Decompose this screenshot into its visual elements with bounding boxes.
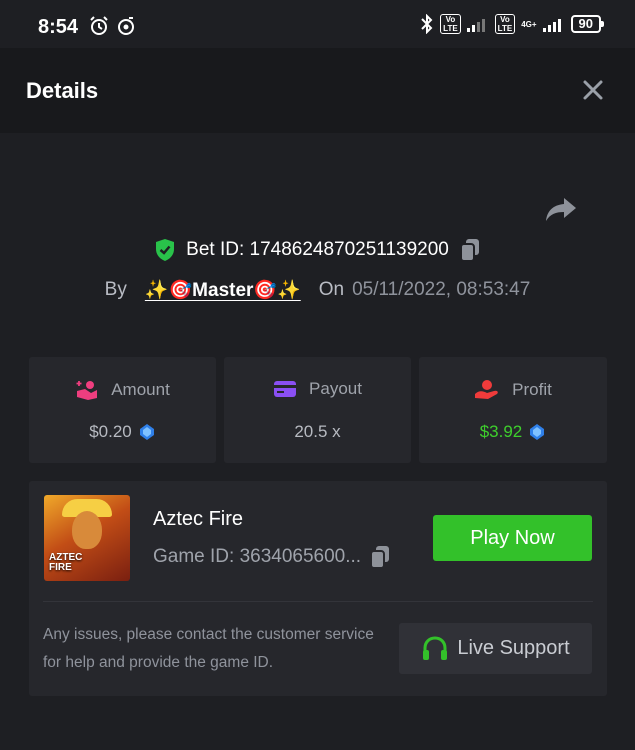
game-id: Game ID: 3634065600... [153,546,362,567]
profit-label: Profit [512,380,552,399]
amount-value-row: $0.20 [29,422,216,442]
amount-label: Amount [111,380,170,399]
payout-label: Payout [309,379,362,398]
bet-id: Bet ID: 1748624870251139200 [186,239,449,260]
payout-card: Payout 20.5 x [224,357,411,463]
play-now-button[interactable]: Play Now [433,515,592,561]
network-type: 4G+ [521,19,537,29]
payout-value-row: 20.5 x [224,422,411,442]
signal-icon-2 [542,19,561,32]
share-icon[interactable] [544,194,578,224]
amount-header: Amount [29,379,216,401]
volte-icon-2: Vo LTE [494,14,516,34]
amount-card: Amount $0.20 [29,357,216,463]
status-bar: 8:54 Vo LTE Vo LTE 4G+ 90 [0,0,635,48]
bet-datetime: 05/11/2022, 08:53:47 [352,279,531,300]
on-label: On [318,279,345,300]
profit-card: Profit $3.92 [419,357,607,463]
bet-id-row: Bet ID: 1748624870251139200 [0,238,635,262]
game-thumbnail[interactable]: AZTEC FIRE [44,495,130,581]
game-card: AZTEC FIRE Aztec Fire Game ID: 3634065600… [29,481,607,696]
card-divider [43,601,593,602]
bettor-username[interactable]: ✨🎯Master🎯✨ [145,278,301,302]
live-support-button[interactable]: Live Support [399,623,592,674]
payout-header: Payout [224,379,411,399]
shield-check-icon [156,239,175,261]
music-note-icon [118,17,134,35]
card-icon [274,381,297,397]
amount-value: $0.20 [89,422,132,441]
thumbnail-logo-text: AZTEC FIRE [49,552,83,573]
profit-value: $3.92 [479,422,523,441]
battery-indicator: 90 [570,15,605,33]
payout-value: 20.5 x [294,422,341,441]
hand-coins-icon [76,381,98,400]
status-right-icons: Vo LTE Vo LTE 4G+ 90 [420,14,605,34]
headset-icon [423,635,448,660]
bettor-row: By ✨🎯Master🎯✨ On 05/11/2022, 08:53:47 [0,278,635,302]
copy-game-id-icon[interactable] [369,545,391,569]
bluetooth-icon [421,14,433,34]
signal-icon [466,19,485,32]
status-time: 8:54 [38,16,79,38]
details-header: Details [0,48,635,133]
page-title: Details [26,78,99,103]
gem-icon [139,424,154,440]
game-title: Aztec Fire [153,508,244,530]
help-text: Any issues, please contact the customer … [43,626,374,671]
alarm-icon [90,16,108,35]
game-id-row: Game ID: 3634065600... [153,545,391,569]
thumbnail-figure [72,511,102,549]
status-left-icons [88,15,136,37]
by-label: By [104,279,127,300]
profit-value-row: $3.92 [419,422,607,442]
close-icon[interactable] [581,78,605,102]
hand-profit-icon [475,380,498,399]
live-support-label: Live Support [457,637,570,659]
volte-icon: Vo LTE [440,14,461,34]
gem-icon [530,424,545,440]
copy-icon[interactable] [459,238,481,262]
profit-header: Profit [419,379,607,401]
